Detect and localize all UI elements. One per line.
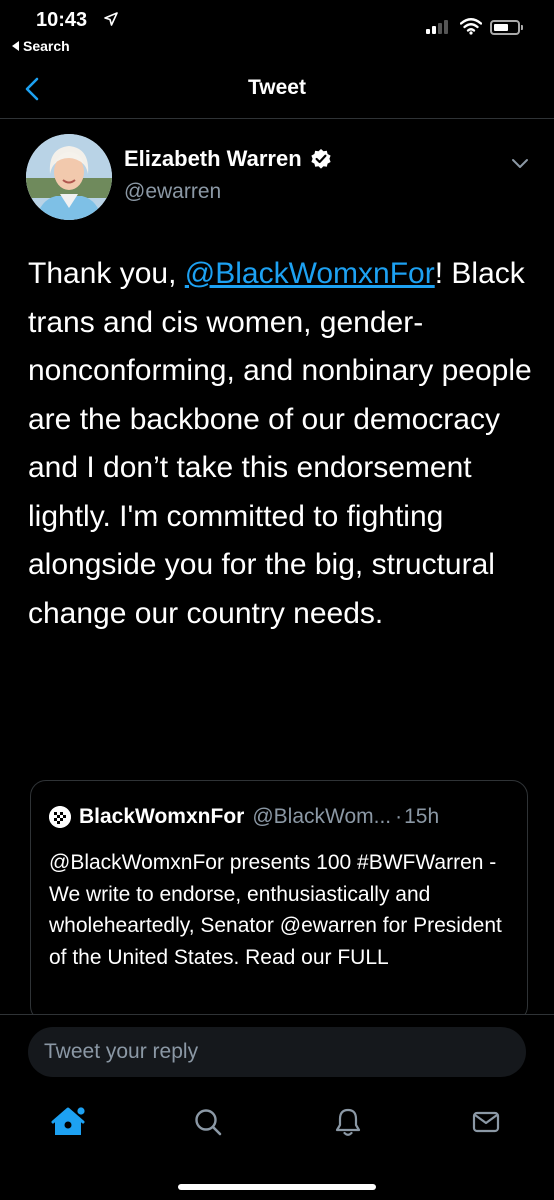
back-triangle-icon — [12, 41, 19, 51]
quoted-timestamp: 15h — [404, 805, 440, 828]
messages-envelope-icon — [472, 1111, 500, 1133]
tab-search[interactable] — [188, 1102, 228, 1142]
tweet-text-intro: Thank you, — [28, 257, 185, 290]
tab-notifications[interactable] — [328, 1102, 368, 1142]
tab-messages[interactable] — [466, 1102, 506, 1142]
status-time: 10:43 — [36, 9, 88, 31]
tweet-text-rest: ! Black trans and cis women, gender-nonc… — [28, 257, 532, 630]
home-indicator[interactable] — [178, 1184, 376, 1190]
verified-badge-icon — [311, 149, 331, 169]
back-to-app-label: Search — [23, 38, 70, 54]
page-title: Tweet — [248, 76, 306, 99]
back-to-app-button[interactable]: Search — [12, 38, 70, 54]
battery-icon — [490, 20, 523, 35]
quoted-author-handle: @BlackWom... — [252, 805, 392, 828]
tab-bar — [0, 1080, 554, 1200]
author-handle: @ewarren — [124, 180, 222, 203]
wifi-icon — [460, 18, 482, 35]
reply-bar: Tweet your reply — [0, 1014, 554, 1081]
quoted-author-avatar — [49, 806, 71, 828]
quoted-author-name: BlackWomxnFor — [79, 805, 245, 828]
chevron-down-icon[interactable] — [510, 156, 530, 170]
location-arrow-icon — [104, 12, 118, 26]
cellular-signal-icon — [426, 20, 448, 34]
reply-input[interactable]: Tweet your reply — [28, 1027, 526, 1077]
quoted-tweet-text: @BlackWomxnFor presents 100 #BWFWarren -… — [49, 851, 502, 969]
tweet-mention-link[interactable]: @BlackWomxnFor — [185, 257, 435, 290]
quoted-tweet-header: BlackWomxnFor @BlackWom... · 15h — [49, 805, 439, 829]
reply-placeholder: Tweet your reply — [44, 1040, 199, 1063]
quoted-separator: · — [395, 805, 403, 828]
author-avatar[interactable] — [26, 134, 112, 220]
tab-home[interactable] — [48, 1102, 88, 1142]
status-bar: 10:43 Search — [0, 0, 554, 60]
author-name-row[interactable]: Elizabeth Warren — [124, 146, 332, 172]
author-name: Elizabeth Warren — [124, 146, 302, 171]
notifications-bell-icon — [335, 1108, 361, 1136]
search-icon — [195, 1109, 222, 1136]
quoted-tweet-card[interactable]: BlackWomxnFor @BlackWom... · 15h @BlackW… — [30, 780, 528, 1022]
home-icon — [51, 1107, 85, 1135]
tweet-text: Thank you, @BlackWomxnFor! Black trans a… — [28, 250, 538, 638]
nav-bar: Tweet — [0, 60, 554, 119]
